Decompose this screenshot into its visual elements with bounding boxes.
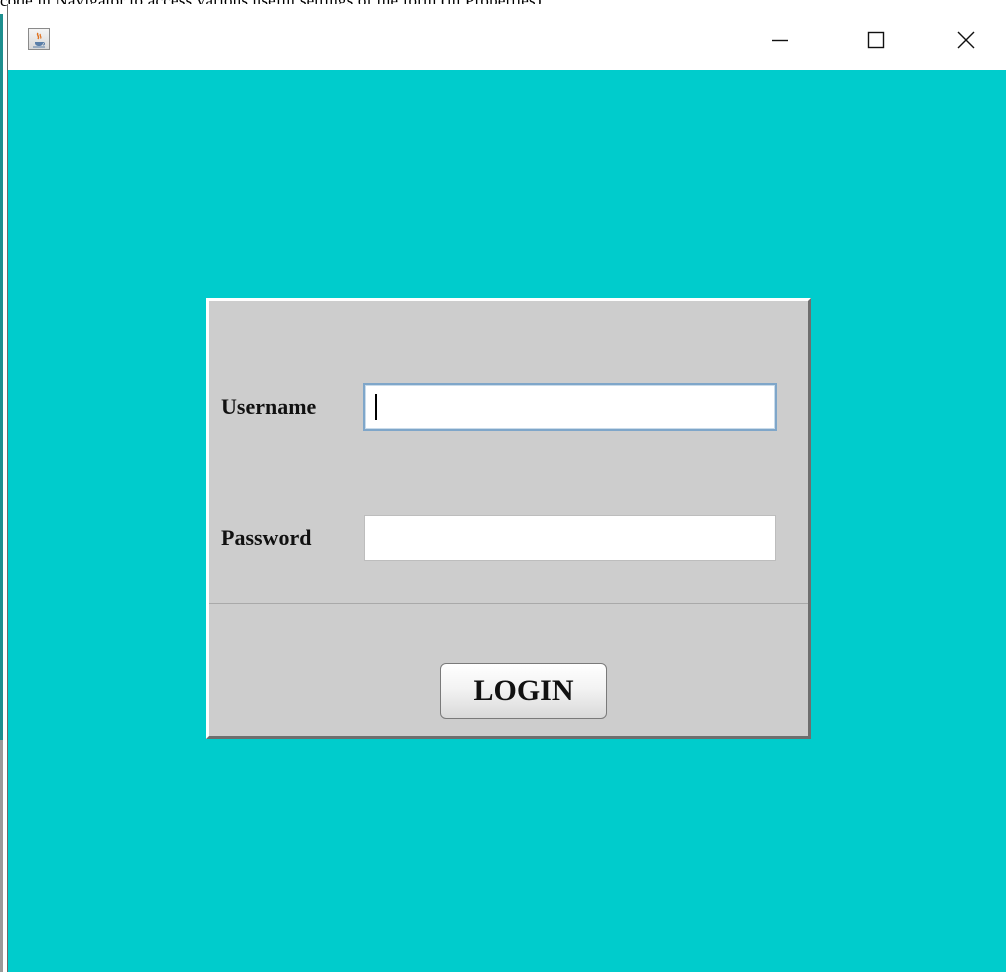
minimize-icon (772, 39, 788, 42)
username-input[interactable] (363, 383, 777, 431)
java-cup-icon[interactable] (28, 28, 50, 50)
close-button[interactable] (946, 22, 986, 58)
login-window: Username Password LOGIN (7, 4, 1006, 972)
password-label: Password (221, 525, 312, 550)
username-label: Username (221, 394, 317, 419)
login-button[interactable]: LOGIN (440, 663, 607, 719)
password-input[interactable] (364, 515, 776, 561)
maximize-button[interactable] (856, 22, 896, 58)
form-separator (209, 603, 808, 604)
title-bar[interactable] (8, 4, 1006, 70)
background-window-edge (0, 14, 3, 754)
login-panel: Username Password LOGIN (206, 298, 811, 739)
background-window-edge-lower (0, 740, 3, 972)
maximize-icon (867, 31, 885, 49)
text-caret (375, 394, 377, 420)
close-icon (957, 31, 975, 49)
minimize-button[interactable] (760, 22, 800, 58)
